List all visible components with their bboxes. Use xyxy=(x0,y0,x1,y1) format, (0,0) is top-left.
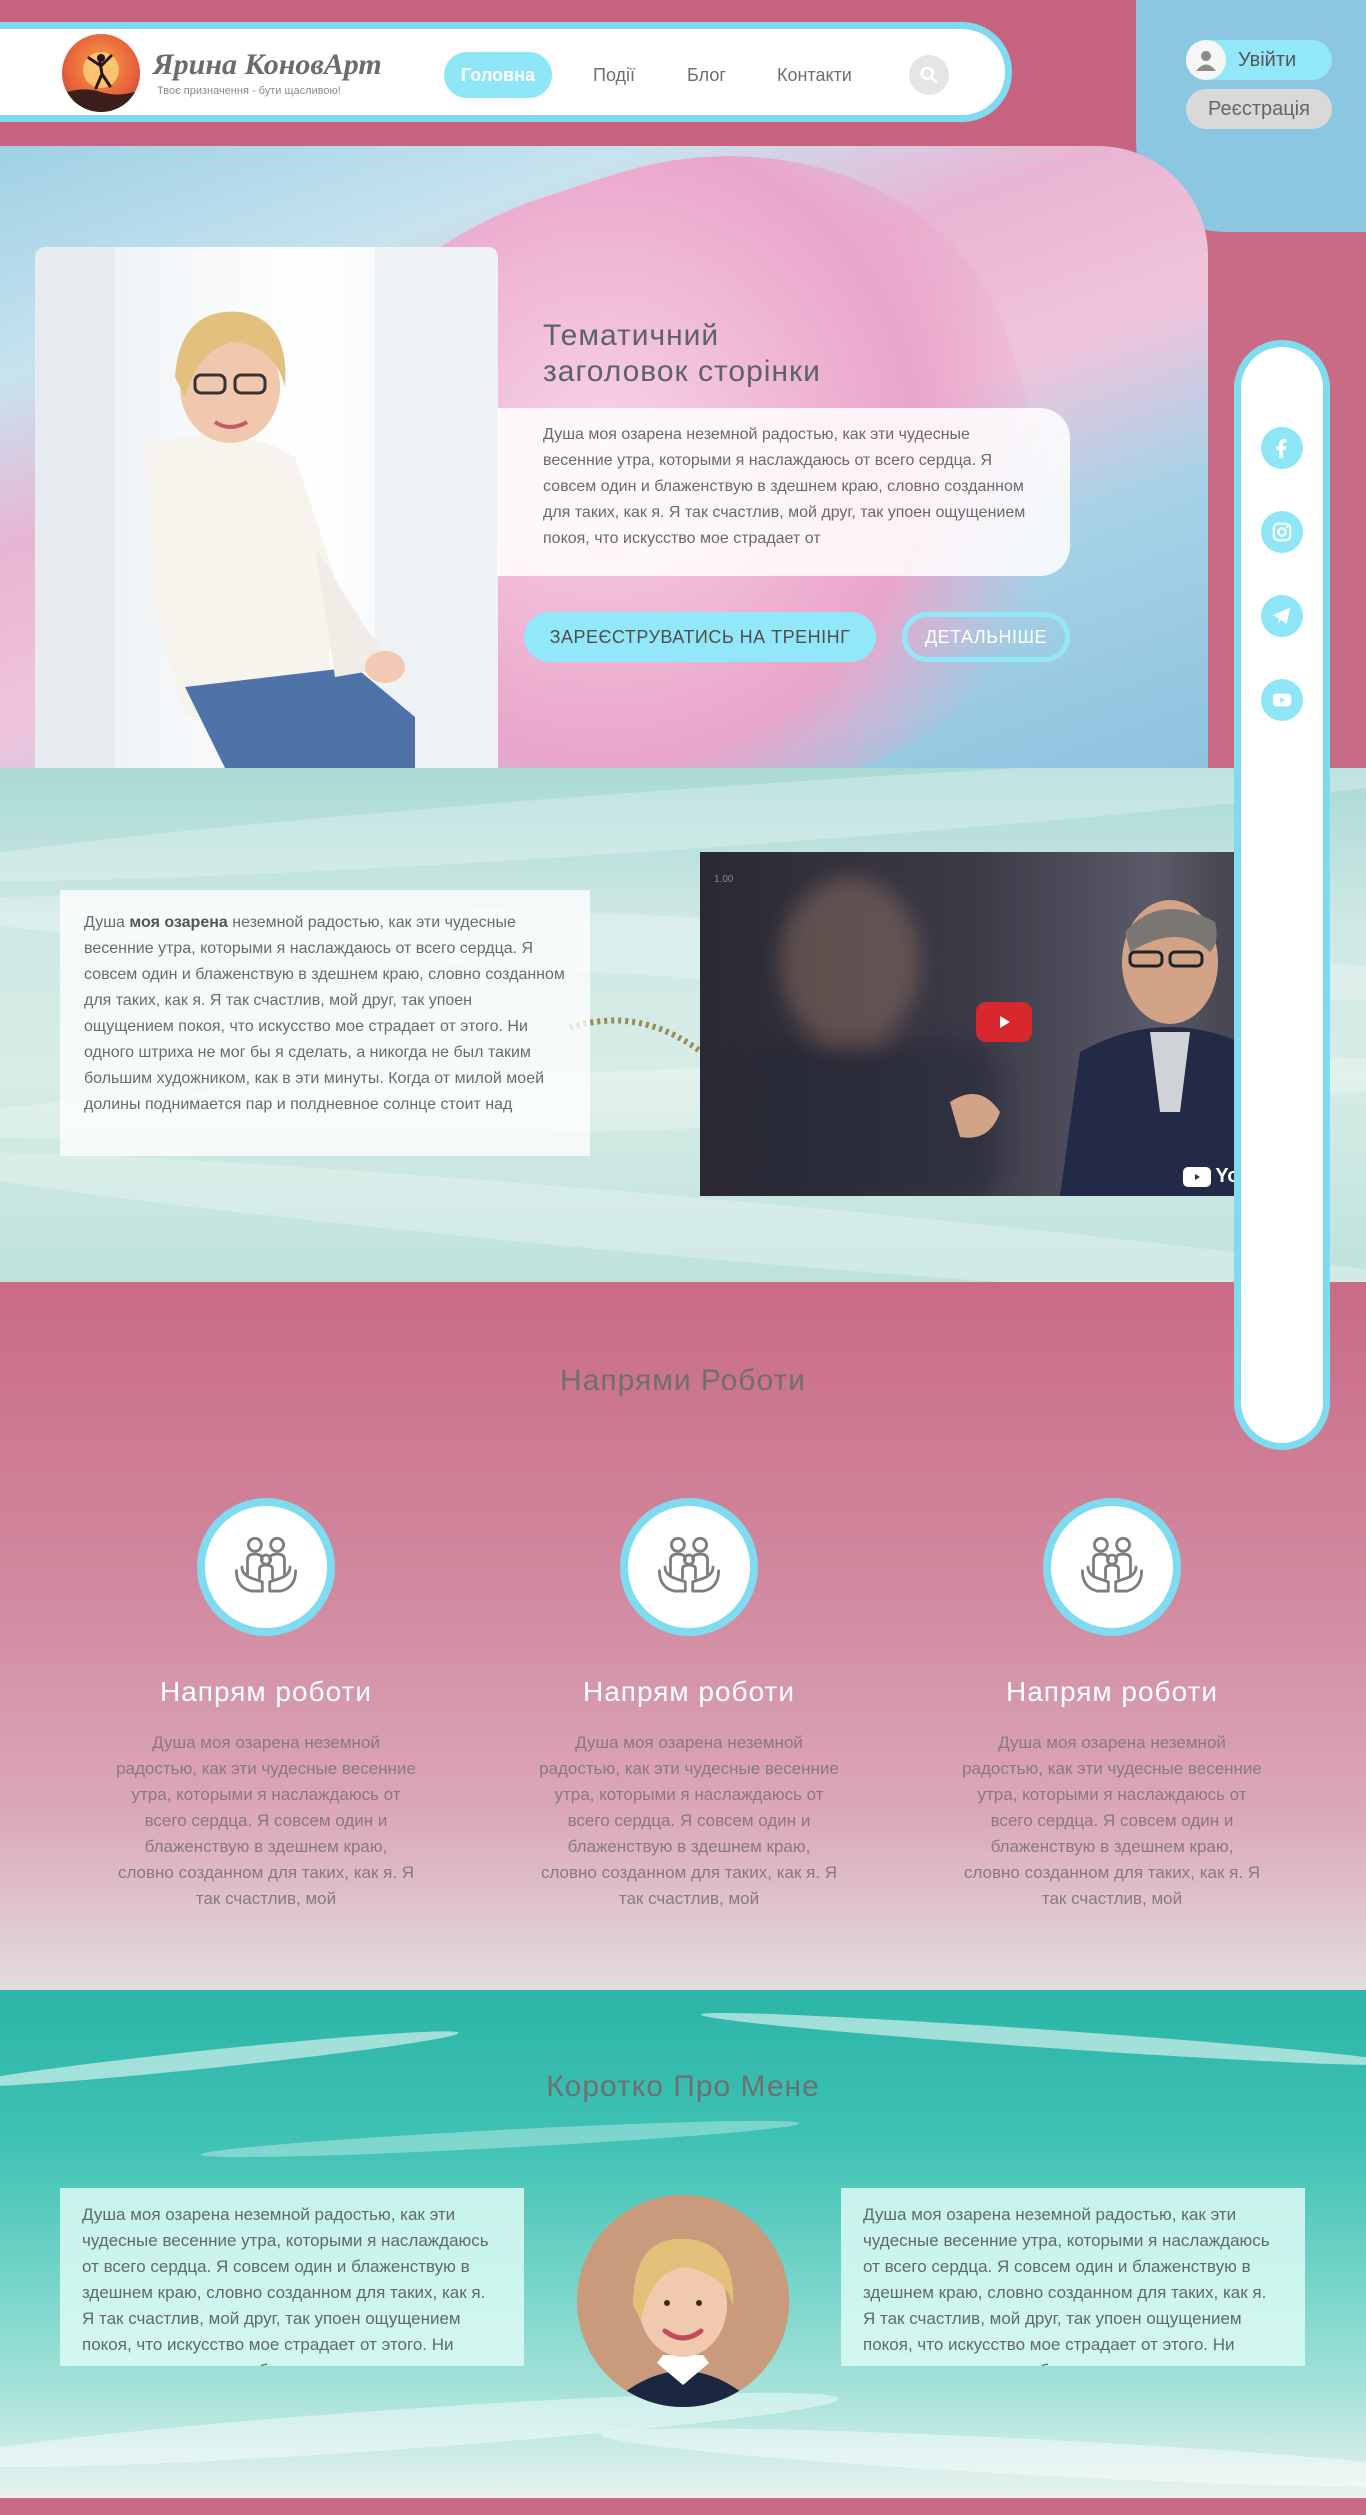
about-title: Коротко Про Мене xyxy=(546,2070,820,2103)
login-button[interactable]: Увійти xyxy=(1186,40,1332,80)
logo[interactable] xyxy=(62,34,140,112)
wave-foam xyxy=(599,2416,1366,2498)
direction-text: Душа моя озарена неземной радостью, как … xyxy=(116,1733,416,1908)
direction-card: Напрям роботи Душа моя озарена неземной … xyxy=(942,1498,1282,1912)
woman-portrait-image xyxy=(577,2195,789,2407)
register-button[interactable]: Реєстрація xyxy=(1186,89,1332,129)
direction-card: Напрям роботи Душа моя озарена неземной … xyxy=(519,1498,859,1912)
nav-home[interactable]: Головна xyxy=(444,52,552,98)
direction-title: Напрям роботи xyxy=(159,1676,372,1707)
logo-dancer-icon xyxy=(62,52,140,112)
direction-circle xyxy=(620,1498,758,1636)
hero-text: Душа моя озарена неземной радостью, как … xyxy=(497,408,1070,576)
nav-events[interactable]: Події xyxy=(576,52,652,98)
text-rest: неземной радостью, как эти чудесные весе… xyxy=(84,914,565,1113)
direction-title: Напрям роботи xyxy=(1005,1676,1218,1707)
family-hands-icon xyxy=(235,1536,297,1593)
family-hands-icon xyxy=(658,1536,720,1593)
direction-circle xyxy=(1043,1498,1181,1636)
play-button[interactable] xyxy=(976,1002,1032,1042)
details-button[interactable]: ДЕТАЛЬНІШЕ xyxy=(902,612,1070,662)
nav-blog[interactable]: Блог xyxy=(670,52,743,98)
hero-title-line1: Тематичний xyxy=(543,319,720,352)
brand-name[interactable]: Ярина КоновАрт xyxy=(153,48,382,82)
hero-section: Тематичний заголовок сторінки Душа моя о… xyxy=(0,146,1208,768)
hero-photo xyxy=(35,247,498,768)
video-section-text: Душа моя озарена неземной радостью, как … xyxy=(60,890,590,1156)
search-icon xyxy=(920,66,938,84)
user-icon xyxy=(1186,40,1226,80)
hero-title-line2: заголовок сторінки xyxy=(543,355,821,388)
direction-circle xyxy=(197,1498,335,1636)
facebook-icon[interactable] xyxy=(1261,427,1303,469)
about-section: Коротко Про Мене Душа моя озарена неземн… xyxy=(0,1990,1366,2498)
social-sidebar xyxy=(1234,340,1330,1450)
direction-text: Душа моя озарена неземной радостью, как … xyxy=(962,1733,1262,1908)
register-training-button[interactable]: ЗАРЕЄСТРУВАТИСЬ НА ТРЕНІНГ xyxy=(524,612,876,662)
directions-title: Напрями Роботи xyxy=(560,1364,806,1397)
directions-section: Напрями Роботи Напрям роботи Душа моя оз… xyxy=(0,1282,1366,1990)
text-bold: моя озарена xyxy=(129,914,228,931)
about-photo xyxy=(577,2195,789,2407)
video-section: Душа моя озарена неземной радостью, как … xyxy=(0,768,1366,1282)
telegram-icon[interactable] xyxy=(1261,595,1303,637)
direction-card: Напрям роботи Душа моя озарена неземной … xyxy=(96,1498,436,1912)
video-player[interactable]: 1.00 YouTube xyxy=(700,852,1306,1196)
login-label: Увійти xyxy=(1238,49,1297,71)
instagram-icon[interactable] xyxy=(1261,511,1303,553)
direction-text: Душа моя озарена неземной радостью, как … xyxy=(539,1733,839,1908)
direction-title: Напрям роботи xyxy=(582,1676,795,1707)
play-icon xyxy=(1000,1016,1010,1028)
nav-contacts[interactable]: Контакти xyxy=(760,52,869,98)
wave-foam xyxy=(199,2114,801,2164)
about-right-text: Душа моя озарена неземной радостью, как … xyxy=(841,2188,1305,2366)
brand-tagline: Твоє призначення - бути щасливою! xyxy=(157,85,341,97)
wave-foam xyxy=(700,2005,1366,2073)
youtube-icon[interactable] xyxy=(1261,679,1303,721)
text-prefix: Душа xyxy=(84,914,130,931)
hero-title: Тематичний заголовок сторінки xyxy=(543,318,821,390)
woman-portrait-image xyxy=(35,247,498,768)
search-button[interactable] xyxy=(909,55,949,95)
about-left-text: Душа моя озарена неземной радостью, как … xyxy=(60,2188,524,2366)
footer-strip xyxy=(0,2498,1366,2515)
youtube-logo-icon xyxy=(1183,1166,1212,1187)
family-hands-icon xyxy=(1081,1536,1143,1593)
